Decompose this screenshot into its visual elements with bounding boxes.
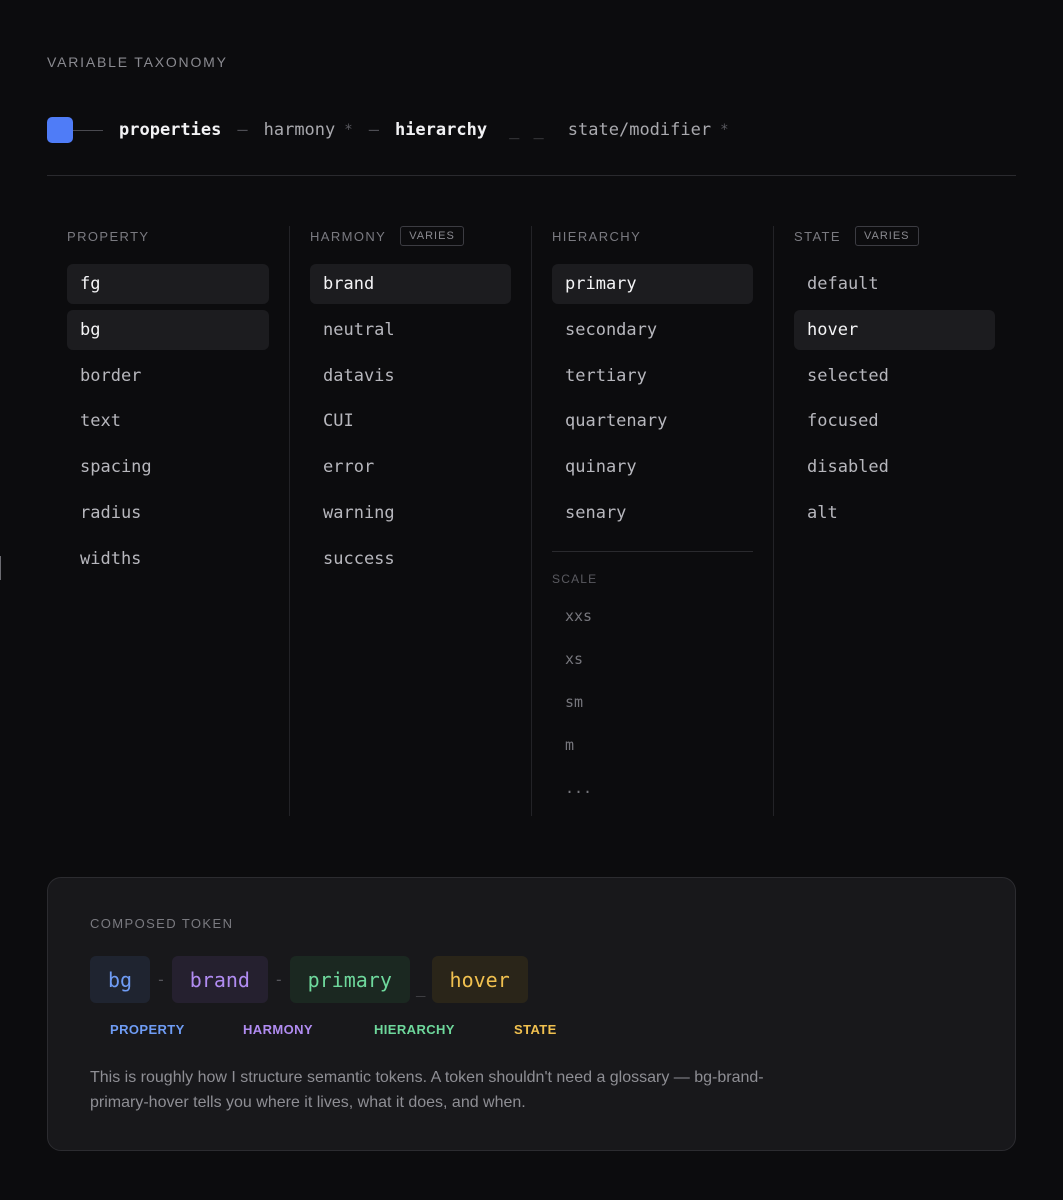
token-chip-state: hover (431, 956, 528, 1003)
state-column: STATE VARIES default hover selected focu… (773, 226, 1015, 816)
state-item-hover[interactable]: hover (794, 309, 995, 350)
legend-harmony: HARMONY (243, 1022, 313, 1037)
harmony-title: HARMONY (310, 228, 387, 244)
token-separator: _ (415, 978, 426, 997)
hierarchy-item-quartenary[interactable]: quartenary (552, 401, 753, 441)
token-row: bg - brand - primary _ hover (90, 956, 528, 1003)
state-item-selected[interactable]: selected (794, 356, 995, 396)
hierarchy-title: HIERARCHY (552, 228, 642, 244)
harmony-column: HARMONY VARIES brand neutral datavis CUI… (289, 226, 531, 816)
legend-state: STATE (514, 1022, 557, 1037)
taxonomy-columns: PROPERTY fg bg border text spacing radiu… (47, 226, 1016, 816)
harmony-item-datavis[interactable]: datavis (310, 356, 511, 396)
scale-item-xs[interactable]: xs (552, 650, 753, 693)
scale-divider (552, 550, 753, 552)
property-item-border[interactable]: border (67, 356, 269, 396)
property-item-radius[interactable]: radius (67, 493, 269, 533)
token-chip-property: bg (90, 956, 151, 1003)
hierarchy-item-secondary[interactable]: secondary (552, 310, 753, 350)
property-item-text[interactable]: text (67, 401, 269, 441)
state-item-alt[interactable]: alt (794, 493, 995, 533)
state-title: STATE (794, 228, 841, 244)
state-item-disabled[interactable]: disabled (794, 447, 995, 487)
hierarchy-item-quinary[interactable]: quinary (552, 447, 753, 487)
property-item-bg[interactable]: bg (67, 309, 269, 350)
composed-description: This is roughly how I structure semantic… (90, 1069, 764, 1111)
legend-property: PROPERTY (110, 1022, 185, 1037)
hierarchy-item-tertiary[interactable]: tertiary (552, 356, 753, 396)
formula-hierarchy: hierarchy (394, 120, 488, 140)
column-header: HIERARCHY (552, 226, 753, 246)
property-column: PROPERTY fg bg border text spacing radiu… (47, 226, 289, 816)
harmony-item-warning[interactable]: warning (310, 493, 511, 533)
column-header: STATE VARIES (794, 226, 995, 246)
token-chip-hierarchy: primary (289, 956, 410, 1003)
formula-separator: – (237, 120, 248, 140)
property-item-widths[interactable]: widths (67, 539, 269, 579)
token-separator: - (273, 970, 284, 989)
token-chip-harmony: brand (171, 956, 268, 1003)
hierarchy-item-primary[interactable]: primary (552, 264, 753, 304)
formula-separator: – (368, 120, 379, 140)
state-item-focused[interactable]: focused (794, 401, 995, 441)
connector-line (73, 129, 103, 131)
page-title: VARIABLE TAXONOMY (47, 54, 228, 70)
property-item-spacing[interactable]: spacing (67, 447, 269, 487)
formula-state: state/modifier (567, 120, 712, 140)
legend-hierarchy: HIERARCHY (374, 1022, 455, 1037)
scale-item-more[interactable]: ... (552, 779, 753, 822)
state-item-default[interactable]: default (794, 264, 995, 304)
harmony-item-success[interactable]: success (310, 539, 511, 579)
hierarchy-column: HIERARCHY primary secondary tertiary qua… (531, 226, 773, 816)
property-title: PROPERTY (67, 228, 150, 244)
edge-marker (0, 556, 1, 580)
color-swatch (47, 117, 73, 143)
harmony-item-brand[interactable]: brand (310, 264, 511, 304)
formula-underscore-separator: _ _ (509, 120, 546, 140)
column-header: HARMONY VARIES (310, 226, 511, 246)
optional-marker: * (344, 122, 353, 138)
property-item-fg[interactable]: fg (67, 264, 269, 304)
token-separator: - (156, 970, 166, 989)
scale-item-sm[interactable]: sm (552, 693, 753, 736)
formula-properties: properties (119, 120, 222, 140)
header-divider (47, 175, 1016, 176)
hierarchy-item-senary[interactable]: senary (552, 493, 753, 533)
harmony-item-cui[interactable]: CUI (310, 401, 511, 441)
taxonomy-formula: properties – harmony * – hierarchy _ _ s… (47, 117, 729, 143)
scale-item-m[interactable]: m (552, 736, 753, 779)
harmony-item-neutral[interactable]: neutral (310, 310, 511, 350)
scale-item-xxs[interactable]: xxs (552, 607, 753, 650)
scale-title: SCALE (552, 571, 598, 586)
token-legend: PROPERTY HARMONY HIERARCHY STATE (110, 1022, 710, 1042)
composed-token-card: COMPOSED TOKEN bg - brand - primary _ ho… (47, 877, 1016, 1151)
column-header: PROPERTY (67, 226, 269, 246)
varies-badge: VARIES (854, 226, 919, 246)
formula-harmony: harmony (263, 120, 336, 140)
harmony-item-error[interactable]: error (310, 447, 511, 487)
composed-token-title: COMPOSED TOKEN (90, 916, 234, 931)
optional-marker: * (720, 122, 729, 138)
varies-badge: VARIES (400, 226, 464, 246)
